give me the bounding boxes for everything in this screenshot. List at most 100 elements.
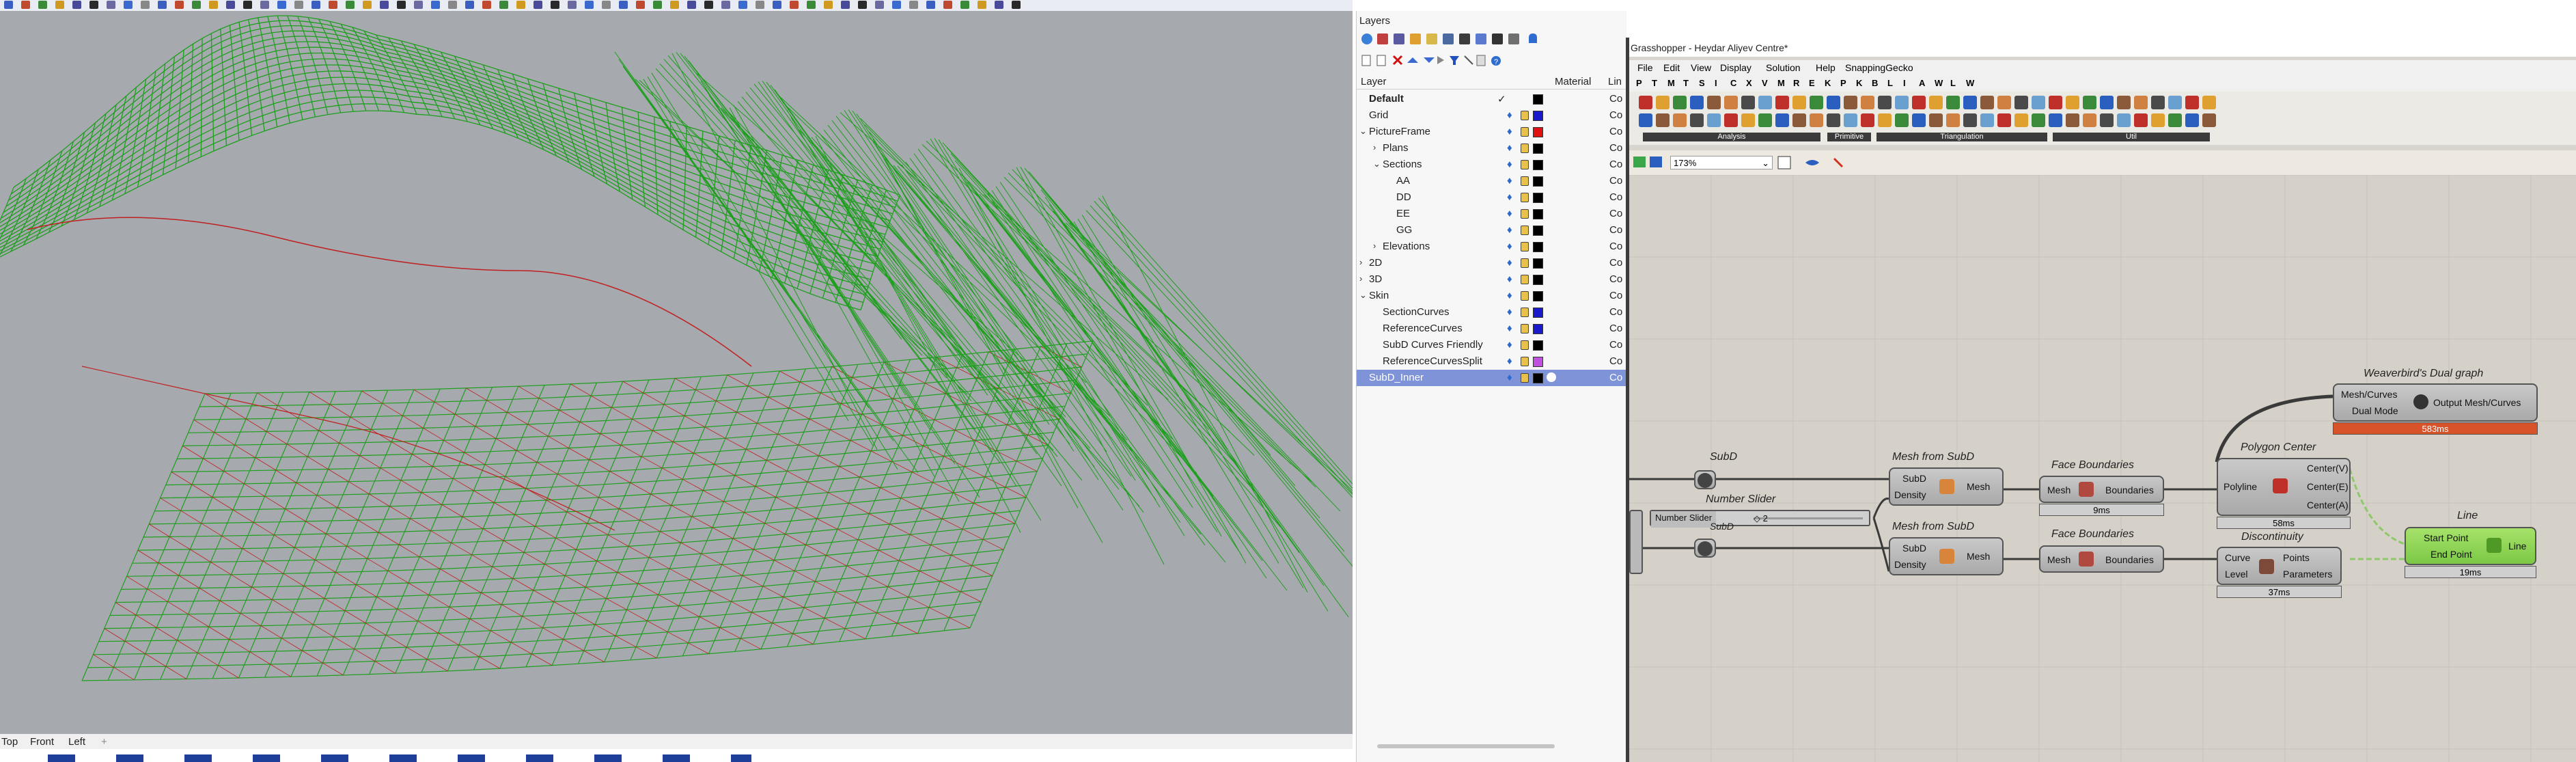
ribbon-component-icon[interactable] xyxy=(1707,113,1721,127)
number-slider[interactable]: Number Slider ◇ 2 xyxy=(1650,510,1870,528)
toolbar-command-icon[interactable] xyxy=(192,1,201,9)
toolbar-command-icon[interactable] xyxy=(534,1,542,9)
zoom-field[interactable]: 173% ⌄ xyxy=(1670,156,1773,169)
toolbar-command-icon[interactable] xyxy=(858,1,867,9)
toolbar-command-icon[interactable] xyxy=(311,1,320,9)
output-points[interactable]: Points xyxy=(2283,552,2310,563)
ribbon-component-icon[interactable] xyxy=(2117,113,2131,127)
layer-row[interactable]: ⌄ Sections ♦ Co xyxy=(1357,157,1626,173)
component-tab[interactable]: L xyxy=(1950,78,1956,88)
face-boundaries-1[interactable]: Mesh Boundaries xyxy=(2039,476,2164,503)
toolbar-command-icon[interactable] xyxy=(653,1,662,9)
new-layer-icon[interactable] xyxy=(1361,55,1371,66)
layer-color-swatch[interactable] xyxy=(1533,176,1543,187)
output-mesh-curves[interactable]: Output Mesh/Curves xyxy=(2433,397,2521,408)
component-tab[interactable]: A xyxy=(1919,78,1925,88)
ribbon-component-icon[interactable] xyxy=(1673,96,1687,109)
render-tab-icon[interactable] xyxy=(1492,33,1503,44)
collapse-chevron-icon[interactable]: ⌄ xyxy=(1359,126,1367,137)
linetype-cell[interactable]: Co xyxy=(1609,208,1622,219)
tab-left[interactable]: Left xyxy=(68,736,85,748)
ribbon-component-icon[interactable] xyxy=(1741,113,1755,127)
component-tab[interactable]: L xyxy=(1887,78,1893,88)
output-line[interactable]: Line xyxy=(2508,541,2526,552)
toolbar-command-icon[interactable] xyxy=(1012,1,1021,9)
output-center-e[interactable]: Center(E) xyxy=(2307,481,2349,492)
component-tab[interactable]: X xyxy=(1746,78,1752,88)
linetype-cell[interactable]: Co xyxy=(1609,355,1622,367)
visibility-bulb-icon[interactable]: ♦ xyxy=(1507,142,1512,154)
visibility-bulb-icon[interactable]: ♦ xyxy=(1507,372,1512,383)
material-ball-icon[interactable] xyxy=(1547,372,1556,382)
lock-icon[interactable] xyxy=(1521,111,1529,120)
layer-name[interactable]: ReferenceCurves xyxy=(1383,323,1463,334)
expand-chevron-icon[interactable]: › xyxy=(1359,257,1362,267)
toolbar-command-icon[interactable] xyxy=(243,1,252,9)
toolbar-command-icon[interactable] xyxy=(482,1,491,9)
component-tab[interactable]: V xyxy=(1762,78,1768,88)
ribbon-component-icon[interactable] xyxy=(1861,113,1874,127)
layer-row[interactable]: SectionCurves ♦ Co xyxy=(1357,304,1626,321)
ribbon-component-icon[interactable] xyxy=(1656,113,1670,127)
visibility-bulb-icon[interactable]: ♦ xyxy=(1507,126,1512,137)
toolbar-command-icon[interactable] xyxy=(841,1,850,9)
component-tab[interactable]: T xyxy=(1683,78,1689,88)
menu-display[interactable]: Display xyxy=(1720,62,1751,73)
lock-icon[interactable] xyxy=(1521,209,1529,219)
toolbar-command-icon[interactable] xyxy=(551,1,559,9)
ribbon-component-icon[interactable] xyxy=(1997,113,2011,127)
linetype-cell[interactable]: Co xyxy=(1609,290,1622,301)
output-mesh[interactable]: Mesh xyxy=(1967,481,1990,492)
component-tab[interactable]: E xyxy=(1809,78,1815,88)
linetype-cell[interactable]: Co xyxy=(1609,257,1622,269)
collapse-chevron-icon[interactable]: ⌄ xyxy=(1359,290,1367,301)
layer-row[interactable]: ReferenceCurvesSplit ♦ Co xyxy=(1357,353,1626,370)
output-center-v[interactable]: Center(V) xyxy=(2307,463,2349,474)
lock-icon[interactable] xyxy=(1521,340,1529,350)
toolbar-command-icon[interactable] xyxy=(329,1,337,9)
component-tab[interactable]: R xyxy=(1793,78,1799,88)
layer-row[interactable]: › 2D ♦ Co xyxy=(1357,255,1626,271)
input-dual-mode[interactable]: Dual Mode xyxy=(2352,405,2398,416)
visibility-bulb-icon[interactable]: ♦ xyxy=(1507,109,1512,121)
ribbon-component-icon[interactable] xyxy=(1724,113,1738,127)
layer-name[interactable]: 3D xyxy=(1369,273,1382,285)
visibility-bulb-icon[interactable]: ♦ xyxy=(1507,355,1512,367)
toolbar-command-icon[interactable] xyxy=(431,1,440,9)
toolbar-command-icon[interactable] xyxy=(721,1,730,9)
input-subd[interactable]: SubD xyxy=(1902,543,1926,554)
component-tab[interactable]: P xyxy=(1840,78,1846,88)
layer-row[interactable]: DD ♦ Co xyxy=(1357,189,1626,206)
layer-name[interactable]: Default xyxy=(1369,93,1404,105)
ribbon-component-icon[interactable] xyxy=(1758,96,1772,109)
toolbar-command-icon[interactable] xyxy=(38,1,47,9)
layer-name[interactable]: Skin xyxy=(1369,290,1389,301)
folder-tab-icon[interactable] xyxy=(1426,33,1437,44)
layers-scrollbar[interactable] xyxy=(1377,744,1555,748)
output-parameters[interactable]: Parameters xyxy=(2283,569,2332,580)
ribbon-component-icon[interactable] xyxy=(1775,113,1789,127)
ribbon-component-icon[interactable] xyxy=(1810,113,1823,127)
ribbon-component-icon[interactable] xyxy=(2202,113,2216,127)
layer-row[interactable]: ⌄ PictureFrame ♦ Co xyxy=(1357,124,1626,140)
ribbon-component-icon[interactable] xyxy=(1878,113,1892,127)
ribbon-component-icon[interactable] xyxy=(1707,96,1721,109)
ribbon-component-icon[interactable] xyxy=(2134,96,2148,109)
linetype-cell[interactable]: Co xyxy=(1609,109,1622,121)
output-center-a[interactable]: Center(A) xyxy=(2307,500,2349,511)
toolbar-command-icon[interactable] xyxy=(294,1,303,9)
ribbon-component-icon[interactable] xyxy=(2083,96,2096,109)
toolbar-command-icon[interactable] xyxy=(807,1,816,9)
toolbar-command-icon[interactable] xyxy=(670,1,679,9)
toolbar-command-icon[interactable] xyxy=(704,1,713,9)
linetype-cell[interactable]: Co xyxy=(1609,372,1622,383)
component-tab[interactable]: W xyxy=(1935,78,1943,88)
input-level[interactable]: Level xyxy=(2225,569,2247,580)
layer-color-swatch[interactable] xyxy=(1533,258,1543,269)
ribbon-component-icon[interactable] xyxy=(1810,96,1823,109)
ribbon-component-icon[interactable] xyxy=(1690,113,1704,127)
move-parent-icon[interactable] xyxy=(1437,56,1444,64)
layer-name[interactable]: AA xyxy=(1396,175,1410,187)
toolbar-command-icon[interactable] xyxy=(636,1,645,9)
visibility-bulb-icon[interactable]: ♦ xyxy=(1507,93,1512,105)
